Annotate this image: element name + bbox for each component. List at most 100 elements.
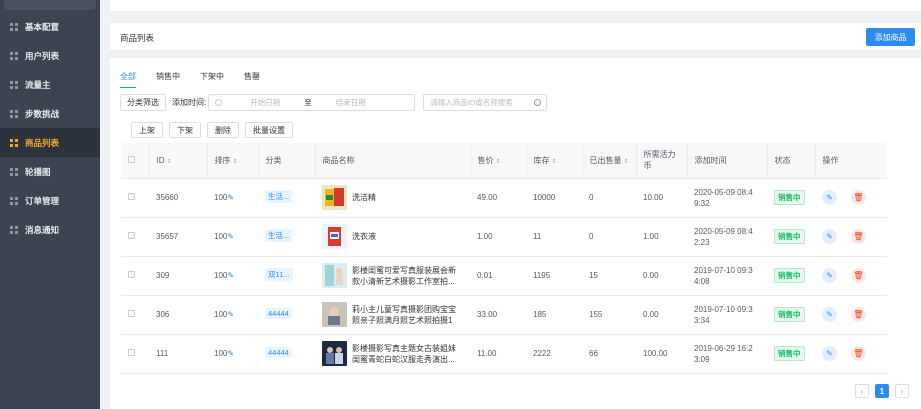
select-all-cell xyxy=(121,143,150,179)
edit-icon[interactable]: ✎ xyxy=(822,268,837,283)
trash-icon[interactable]: 🗑 xyxy=(851,307,866,322)
cell-price: 33.00 xyxy=(470,295,526,335)
tab-sold-out[interactable]: 售罄 xyxy=(244,71,260,88)
col-sold[interactable]: 已出售量 ⇕ xyxy=(582,143,637,179)
trash-icon[interactable]: 🗑 xyxy=(851,268,866,283)
list-down-button[interactable]: 下架 xyxy=(169,122,201,138)
select-all-checkbox[interactable] xyxy=(128,155,135,163)
sidebar-item-label: 基本配置 xyxy=(25,21,60,32)
pencil-icon[interactable]: ✎ xyxy=(227,310,234,319)
cell-id: 111 xyxy=(149,334,207,374)
batch-settings-button[interactable]: 批量设置 xyxy=(245,122,293,138)
product-name: 影楼闺蜜可爱写真服装展会新 款小清新艺术摄影工作室拍... xyxy=(352,265,456,286)
row-checkbox[interactable] xyxy=(128,349,135,356)
cell-sort[interactable]: 100✎ xyxy=(207,256,258,296)
cell-stock: 11 xyxy=(526,217,582,257)
status-badge: 销售中 xyxy=(774,268,805,283)
next-page-button[interactable]: › xyxy=(895,384,909,398)
start-date-placeholder: 开始日期 xyxy=(250,98,281,107)
sidebar-item-carousel[interactable]: 轮播图 xyxy=(0,157,100,186)
grid-icon xyxy=(10,109,18,118)
add-product-button[interactable]: 添加商品 xyxy=(866,28,915,46)
product-thumbnail xyxy=(322,185,347,210)
cell-sold: 15 xyxy=(582,256,636,296)
date-range-picker[interactable]: 开始日期 至 结束日期 xyxy=(208,94,416,111)
tab-off-shelf[interactable]: 下架中 xyxy=(200,71,224,88)
pencil-icon[interactable]: ✎ xyxy=(227,349,234,358)
end-date-placeholder: 结束日期 xyxy=(335,98,366,107)
sidebar-item-label: 轮播图 xyxy=(25,166,51,177)
cell-coin: 10.00 xyxy=(636,178,687,218)
row-checkbox[interactable] xyxy=(128,193,135,200)
time-label: 添加时间: xyxy=(172,98,207,107)
sidebar-item-notifications[interactable]: 消息通知 xyxy=(0,215,100,244)
product-name: 洗衣液 xyxy=(352,232,376,241)
cell-coin: 100.00 xyxy=(636,334,687,374)
sidebar-item-traffic[interactable]: 流量主 xyxy=(0,70,100,99)
tab-on-sale[interactable]: 销售中 xyxy=(156,71,180,88)
range-separator: 至 xyxy=(304,98,312,107)
row-checkbox[interactable] xyxy=(128,271,135,278)
edit-icon[interactable]: ✎ xyxy=(822,190,837,205)
row-checkbox[interactable] xyxy=(128,232,135,239)
pencil-icon[interactable]: ✎ xyxy=(227,271,234,280)
sidebar-item-products[interactable]: 商品列表 xyxy=(0,128,100,157)
trash-icon[interactable]: 🗑 xyxy=(851,190,866,205)
sidebar-item-users[interactable]: 用户列表 xyxy=(0,41,100,70)
sort-icon[interactable]: ⇕ xyxy=(496,159,501,165)
col-sort[interactable]: 排序 ⇕ xyxy=(207,143,259,179)
sidebar-item-basic-config[interactable]: 基本配置 xyxy=(0,12,100,41)
product-name: 影楼摄影写真主题女古装姐妹 闺蜜青蛇白蛇汉服走秀演出... xyxy=(352,343,456,364)
cell-sort[interactable]: 100✎ xyxy=(207,217,258,257)
trash-icon[interactable]: 🗑 xyxy=(851,346,866,361)
edit-icon[interactable]: ✎ xyxy=(822,346,837,361)
trash-icon[interactable]: 🗑 xyxy=(851,229,866,244)
cell-price: 0.01 xyxy=(470,256,526,296)
page-1-button[interactable]: 1 xyxy=(875,384,889,398)
col-id[interactable]: ID ⇕ xyxy=(149,143,208,179)
cell-sort[interactable]: 100✎ xyxy=(207,334,258,374)
edit-icon[interactable]: ✎ xyxy=(822,307,837,322)
row-checkbox[interactable] xyxy=(128,310,135,317)
edit-icon[interactable]: ✎ xyxy=(822,229,837,244)
delete-button[interactable]: 删除 xyxy=(207,122,239,138)
cell-time: 2019-07-10 09:3 3:34 xyxy=(687,295,767,335)
page-header: 商品列表 添加商品 xyxy=(110,23,921,51)
sidebar-item-orders[interactable]: 订单管理 xyxy=(0,186,100,215)
cell-time: 2019-07-10 09:3 4:08 xyxy=(687,256,767,296)
search-icon[interactable] xyxy=(534,99,542,106)
col-coin: 所需活力币 xyxy=(636,143,688,179)
col-stock[interactable]: 库存 ⇕ xyxy=(526,143,583,179)
category-tag: 44444 xyxy=(265,308,292,319)
status-badge: 销售中 xyxy=(774,190,805,205)
tab-all[interactable]: 全部 xyxy=(120,71,136,88)
sort-icon[interactable]: ⇕ xyxy=(624,159,629,165)
sort-icon[interactable]: ⇕ xyxy=(233,159,238,165)
product-list-card: 全部 销售中 下架中 售罄 分类筛选 添加时间: 开始日期 至 结束日期 请输入… xyxy=(110,58,921,409)
sort-icon[interactable]: ⇕ xyxy=(552,159,557,165)
cell-price: 49.00 xyxy=(470,178,526,218)
filter-row: 分类筛选 添加时间: 开始日期 至 结束日期 请输入商品ID或名称搜索 xyxy=(120,94,548,111)
pencil-icon[interactable]: ✎ xyxy=(227,232,234,241)
category-filter-button[interactable]: 分类筛选 xyxy=(120,94,166,111)
cell-sort[interactable]: 100✎ xyxy=(207,295,258,335)
cell-sort[interactable]: 100✎ xyxy=(207,178,258,218)
sidebar-item-label: 流量主 xyxy=(25,79,51,90)
list-up-button[interactable]: 上架 xyxy=(131,122,163,138)
grid-icon xyxy=(10,138,18,147)
prev-page-button[interactable]: ‹ xyxy=(855,384,869,398)
table-header-row: ID ⇕ 排序 ⇕ 分类 商品名称 售价 ⇕ 库存 ⇕ 已出售量 ⇕ 所需活力币 添加时间… xyxy=(121,143,887,179)
sidebar-item-step-challenge[interactable]: 步数挑战 xyxy=(0,99,100,128)
cell-id: 35657 xyxy=(149,217,207,257)
cell-price: 11.00 xyxy=(470,334,526,374)
search-input[interactable]: 请输入商品ID或名称搜索 xyxy=(423,94,548,111)
cell-stock: 2222 xyxy=(526,334,582,374)
sort-icon[interactable]: ⇕ xyxy=(167,159,172,165)
grid-icon xyxy=(10,51,18,60)
category-tag: 生活... xyxy=(265,190,293,203)
status-tabs: 全部 销售中 下架中 售罄 xyxy=(120,71,280,88)
cell-stock: 185 xyxy=(526,295,582,335)
col-price[interactable]: 售价 ⇕ xyxy=(470,143,527,179)
pencil-icon[interactable]: ✎ xyxy=(227,193,234,202)
cell-stock: 10000 xyxy=(526,178,582,218)
